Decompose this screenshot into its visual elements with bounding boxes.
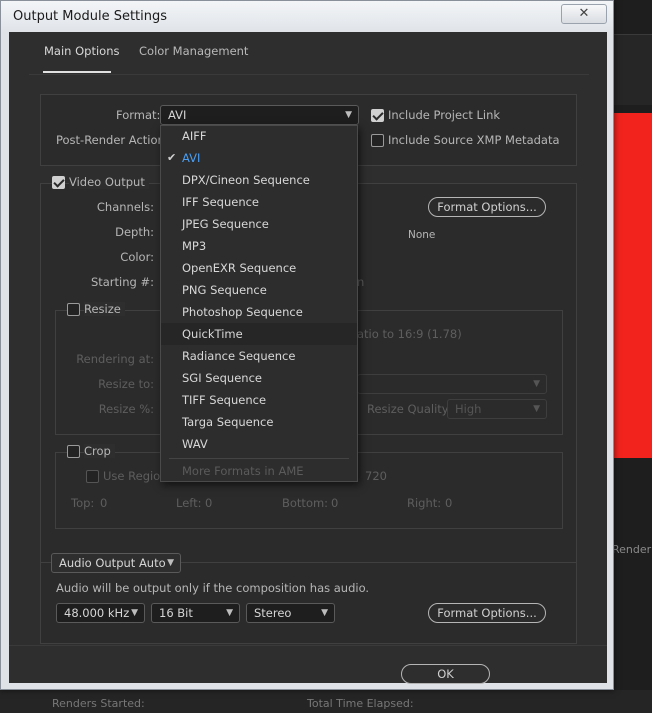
audio-output-value: Audio Output Auto [59, 556, 166, 570]
crop-left-value: 0 [205, 496, 213, 510]
tab-color-management[interactable]: Color Management [139, 44, 248, 58]
composition-preview [612, 113, 652, 458]
chevron-down-icon: ▼ [533, 404, 540, 414]
checkmark-icon: ✔ [167, 151, 177, 164]
depth-label: Depth: [115, 225, 154, 239]
menu-item-iff[interactable]: IFF Sequence [161, 191, 357, 213]
ok-button[interactable]: OK [401, 664, 490, 684]
starting-number-label: Starting #: [90, 275, 154, 289]
menu-item-quicktime[interactable]: QuickTime [161, 323, 357, 345]
chevron-down-icon: ▼ [345, 110, 352, 120]
crop-right-value: 0 [445, 496, 453, 510]
title-bar: Output Module Settings ✕ [1, 1, 613, 33]
crop-left-label: Left: [176, 496, 202, 510]
audio-rate-value: 48.000 kHz [64, 606, 130, 620]
menu-item-avi-label: AVI [182, 151, 201, 165]
crop-bottom-value: 0 [331, 496, 339, 510]
audio-output-select[interactable]: Audio Output Auto ▼ [51, 553, 181, 573]
include-xmp-label: Include Source XMP Metadata [388, 133, 560, 147]
dialog-title: Output Module Settings [13, 9, 168, 24]
tab-divider [29, 74, 589, 75]
resize-percent-label: Resize %: [98, 402, 154, 416]
menu-item-aiff[interactable]: AIFF [161, 125, 357, 147]
use-region-label: Use Region [103, 469, 168, 483]
renders-started-label: Renders Started: [52, 697, 145, 710]
menu-item-more-formats: More Formats in AME [182, 464, 304, 478]
audio-bits-select[interactable]: 16 Bit ▼ [151, 603, 240, 623]
format-select[interactable]: AVI ▼ [160, 105, 359, 125]
resize-quality-value: High [455, 402, 482, 416]
chevron-down-icon: ▼ [226, 608, 233, 618]
menu-item-wav[interactable]: WAV [161, 433, 357, 455]
audio-channels-value: Stereo [254, 606, 292, 620]
codec-value: None [408, 229, 436, 241]
aspect-ratio-text: atio to 16:9 (1.78) [357, 327, 462, 341]
crop-label: Crop [84, 444, 115, 458]
resize-label: Resize [84, 302, 125, 316]
video-format-options-button[interactable]: Format Options... [428, 197, 546, 217]
resize-quality-select: High ▼ [447, 399, 547, 419]
region-size-value: 720 [365, 469, 387, 483]
color-label: Color: [120, 250, 154, 264]
crop-checkbox[interactable] [67, 445, 80, 458]
audio-note: Audio will be output only if the composi… [56, 581, 370, 595]
crop-top-value: 0 [100, 496, 108, 510]
crop-top-label: Top: [71, 496, 95, 510]
resize-preset-select: ▼ [357, 374, 547, 394]
rendering-at-label: Rendering at: [76, 352, 154, 366]
audio-rate-select[interactable]: 48.000 kHz ▼ [56, 603, 145, 623]
video-output-label: Video Output [69, 175, 149, 189]
menu-item-targa[interactable]: Targa Sequence [161, 411, 357, 433]
starting-number-suffix: n [357, 275, 365, 289]
menu-item-avi[interactable]: ✔ AVI [161, 147, 357, 169]
include-project-link-label: Include Project Link [388, 108, 501, 122]
menu-item-openexr[interactable]: OpenEXR Sequence [161, 257, 357, 279]
menu-separator [169, 458, 349, 459]
footer-divider [9, 645, 607, 646]
menu-item-sgi[interactable]: SGI Sequence [161, 367, 357, 389]
total-time-label: Total Time Elapsed: [307, 697, 414, 710]
include-project-link-checkbox[interactable] [371, 109, 384, 122]
chevron-down-icon: ▼ [321, 608, 328, 618]
menu-item-tiff[interactable]: TIFF Sequence [161, 389, 357, 411]
crop-bottom-label: Bottom: [282, 496, 329, 510]
post-render-label: Post-Render Action: [56, 133, 169, 147]
format-select-value: AVI [168, 108, 187, 122]
menu-item-jpeg[interactable]: JPEG Sequence [161, 213, 357, 235]
active-tab-indicator [43, 71, 111, 73]
background-render-button: Render [612, 543, 652, 556]
use-region-checkbox [86, 470, 99, 483]
format-dropdown-menu: AIFF ✔ AVI DPX/Cineon Sequence IFF Seque… [160, 125, 358, 482]
include-xmp-checkbox[interactable] [371, 134, 384, 147]
menu-item-png[interactable]: PNG Sequence [161, 279, 357, 301]
resize-quality-label: Resize Quality: [367, 402, 452, 416]
menu-item-radiance[interactable]: Radiance Sequence [161, 345, 357, 367]
chevron-down-icon: ▼ [533, 379, 540, 389]
audio-channels-select[interactable]: Stereo ▼ [246, 603, 335, 623]
menu-item-dpx[interactable]: DPX/Cineon Sequence [161, 169, 357, 191]
background-panel [612, 34, 652, 105]
menu-item-photoshop[interactable]: Photoshop Sequence [161, 301, 357, 323]
video-output-checkbox[interactable] [52, 176, 65, 189]
menu-item-mp3[interactable]: MP3 [161, 235, 357, 257]
audio-bits-value: 16 Bit [159, 606, 193, 620]
audio-format-options-button[interactable]: Format Options... [428, 603, 546, 623]
chevron-down-icon: ▼ [131, 608, 138, 618]
tab-main-options[interactable]: Main Options [44, 44, 119, 58]
resize-to-label: Resize to: [98, 377, 154, 391]
crop-right-label: Right: [407, 496, 442, 510]
format-label: Format: [116, 108, 161, 122]
close-button[interactable]: ✕ [561, 4, 607, 24]
channels-label: Channels: [96, 200, 154, 214]
resize-checkbox[interactable] [67, 303, 80, 316]
chevron-down-icon: ▼ [167, 558, 174, 568]
